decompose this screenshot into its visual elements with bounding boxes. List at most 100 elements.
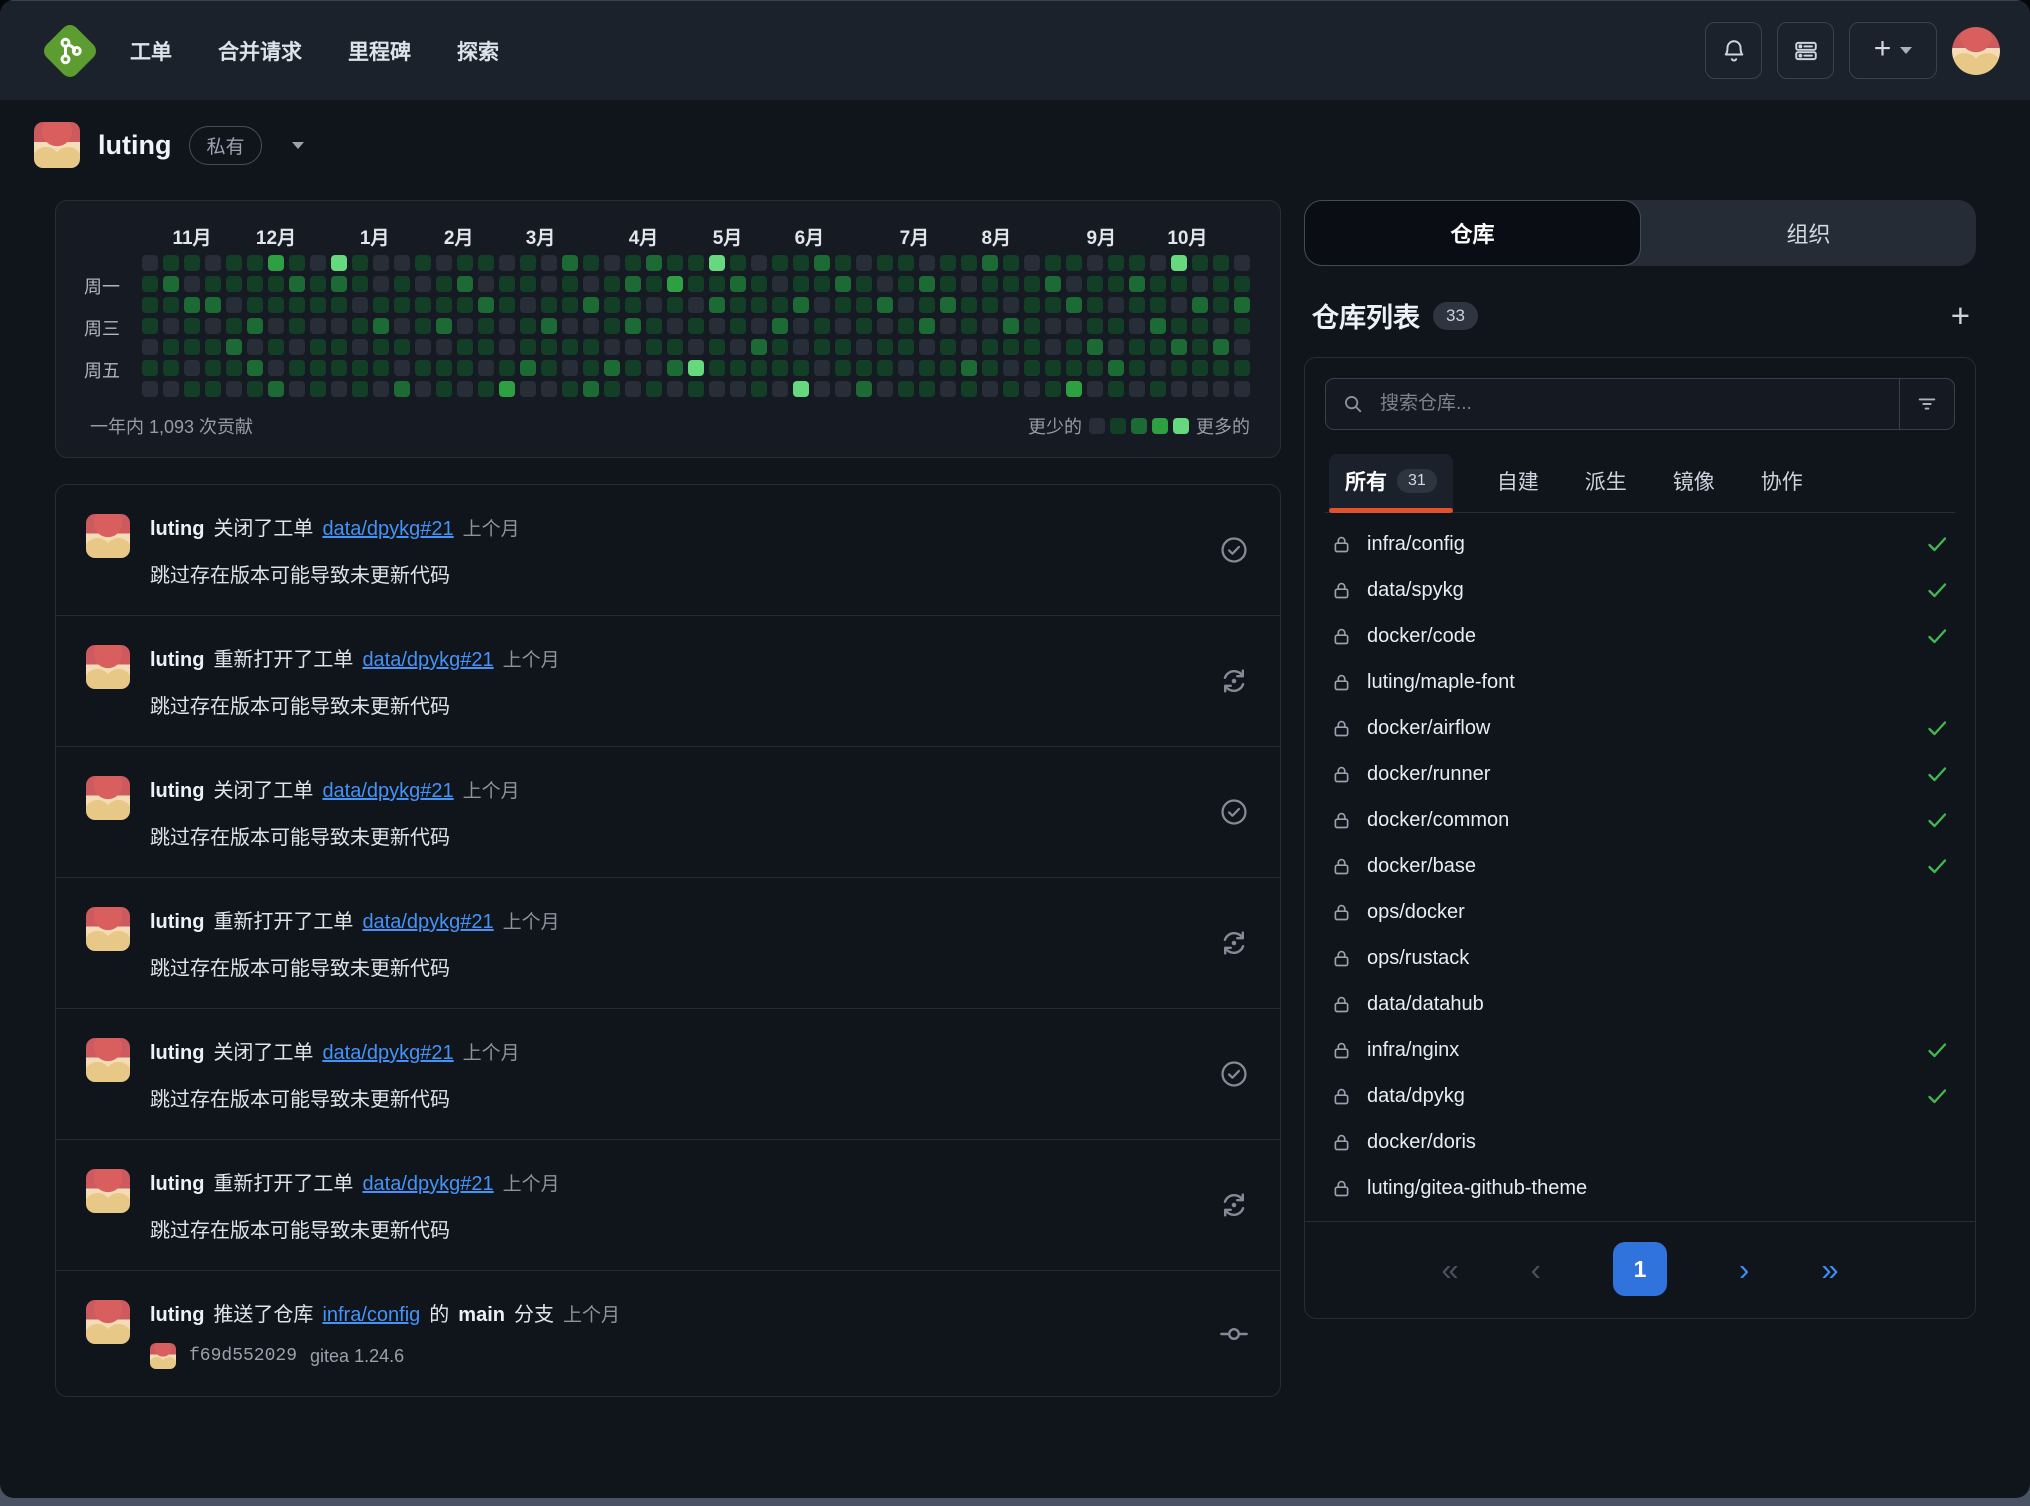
feed-target-link[interactable]: data/dpykg#21: [362, 911, 493, 934]
heatmap-cell: [1213, 339, 1229, 355]
feed-username[interactable]: luting: [150, 518, 204, 541]
repo-filter-tab-1[interactable]: 自建: [1495, 454, 1541, 512]
heatmap-cell: [184, 255, 200, 271]
feed-target-link[interactable]: data/dpykg#21: [322, 1042, 453, 1065]
repo-name-link[interactable]: docker/doris: [1367, 1131, 1476, 1154]
feed-username[interactable]: luting: [150, 780, 204, 803]
feed-target-link[interactable]: data/dpykg#21: [322, 518, 453, 541]
heatmap-cell: [709, 381, 725, 397]
feed-user-avatar[interactable]: [86, 514, 130, 558]
profile-dropdown-caret[interactable]: [292, 142, 304, 149]
heatmap-cell: [226, 276, 242, 292]
footer-language-link[interactable]: 简体中文: [1062, 1493, 1168, 1498]
repo-row[interactable]: infra/config: [1325, 521, 1955, 567]
user-avatar[interactable]: [1952, 27, 2000, 75]
app-window: 工单 合并请求 里程碑 探索: [0, 0, 2030, 1498]
repo-row[interactable]: data/datahub: [1325, 981, 1955, 1027]
repo-name-link[interactable]: data/dpykg: [1367, 1085, 1465, 1108]
heatmap-cell: [814, 318, 830, 334]
notifications-button[interactable]: [1705, 22, 1762, 79]
repo-name-link[interactable]: data/datahub: [1367, 993, 1484, 1016]
heatmap-cell: [457, 297, 473, 313]
create-new-button[interactable]: +: [1849, 22, 1937, 79]
repo-row[interactable]: ops/rustack: [1325, 935, 1955, 981]
heatmap-cell: [898, 360, 914, 376]
feed-user-avatar[interactable]: [86, 1038, 130, 1082]
heatmap-cell: [583, 255, 599, 271]
feed-username[interactable]: luting: [150, 1304, 204, 1327]
tab-organizations[interactable]: 组织: [1641, 200, 1976, 266]
repo-row[interactable]: docker/code: [1325, 613, 1955, 659]
commit-hash-link[interactable]: f69d552029: [189, 1346, 297, 1366]
repo-row[interactable]: ops/docker: [1325, 889, 1955, 935]
admin-panel-button[interactable]: [1777, 22, 1834, 79]
heatmap-cell: [1129, 297, 1145, 313]
repo-name-link[interactable]: docker/code: [1367, 625, 1476, 648]
tab-repositories[interactable]: 仓库: [1304, 200, 1641, 266]
gitea-logo-icon[interactable]: [44, 25, 96, 77]
heatmap-cell: [646, 276, 662, 292]
repo-row[interactable]: docker/doris: [1325, 1119, 1955, 1165]
feed-target-link[interactable]: data/dpykg#21: [362, 1173, 493, 1196]
pagination-current-page[interactable]: 1: [1613, 1242, 1667, 1296]
feed-username[interactable]: luting: [150, 911, 204, 934]
repo-name-link[interactable]: docker/airflow: [1367, 717, 1490, 740]
repo-filter-button[interactable]: [1899, 379, 1954, 429]
nav-item-explore[interactable]: 探索: [457, 36, 499, 66]
repo-name-link[interactable]: luting/maple-font: [1367, 671, 1515, 694]
pagination-next[interactable]: ›: [1739, 1254, 1749, 1285]
feed-user-avatar[interactable]: [86, 776, 130, 820]
nav-item-pulls[interactable]: 合并请求: [218, 36, 302, 66]
repo-name-link[interactable]: docker/runner: [1367, 763, 1490, 786]
repo-filter-tab-4[interactable]: 协作: [1759, 454, 1805, 512]
feed-timestamp: 上个月: [503, 907, 560, 934]
feed-action-text: 重新打开了工单: [213, 1167, 353, 1196]
filter-tab-label: 派生: [1585, 466, 1627, 496]
footer-api-link[interactable]: API: [1297, 1496, 1328, 1499]
footer-license-link[interactable]: 许可证: [1204, 1493, 1261, 1498]
repo-filter-tab-2[interactable]: 派生: [1583, 454, 1629, 512]
repo-row[interactable]: docker/common: [1325, 797, 1955, 843]
heatmap-cell: [436, 339, 452, 355]
feed-user-avatar[interactable]: [86, 1169, 130, 1213]
heatmap-cell: [205, 381, 221, 397]
feed-user-avatar[interactable]: [86, 907, 130, 951]
heatmap-cell: [751, 276, 767, 292]
nav-item-milestones[interactable]: 里程碑: [348, 36, 411, 66]
repo-row[interactable]: data/dpykg: [1325, 1073, 1955, 1119]
feed-user-avatar[interactable]: [86, 645, 130, 689]
repo-name-link[interactable]: ops/docker: [1367, 901, 1465, 924]
nav-item-issues[interactable]: 工单: [130, 36, 172, 66]
repo-name-link[interactable]: ops/rustack: [1367, 947, 1469, 970]
repo-filter-tab-0[interactable]: 所有31: [1329, 454, 1453, 512]
repo-search-input[interactable]: [1370, 393, 1899, 415]
feed-target-link[interactable]: data/dpykg#21: [322, 780, 453, 803]
repo-name-link[interactable]: docker/base: [1367, 855, 1476, 878]
repo-row[interactable]: data/spykg: [1325, 567, 1955, 613]
feed-target-link[interactable]: data/dpykg#21: [362, 649, 493, 672]
feed-username[interactable]: luting: [150, 1042, 204, 1065]
add-repo-button[interactable]: +: [1951, 299, 1970, 332]
repo-name-link[interactable]: luting/gitea-github-theme: [1367, 1177, 1587, 1200]
repo-row[interactable]: docker/base: [1325, 843, 1955, 889]
heatmap-cell: [709, 297, 725, 313]
feed-username[interactable]: luting: [150, 1173, 204, 1196]
profile-avatar[interactable]: [34, 122, 80, 168]
feed-username[interactable]: luting: [150, 649, 204, 672]
heatmap-cell: [604, 360, 620, 376]
repo-row[interactable]: docker/airflow: [1325, 705, 1955, 751]
pagination-last[interactable]: »: [1821, 1254, 1838, 1285]
repo-row[interactable]: infra/nginx: [1325, 1027, 1955, 1073]
repo-filter-tab-3[interactable]: 镜像: [1671, 454, 1717, 512]
repo-name-link[interactable]: infra/config: [1367, 533, 1465, 556]
repo-row[interactable]: luting/gitea-github-theme: [1325, 1165, 1955, 1211]
repo-row[interactable]: luting/maple-font: [1325, 659, 1955, 705]
lock-icon: [1331, 580, 1352, 601]
repo-name-link[interactable]: infra/nginx: [1367, 1039, 1459, 1062]
repo-name-link[interactable]: data/spykg: [1367, 579, 1464, 602]
repo-name-link[interactable]: docker/common: [1367, 809, 1509, 832]
repo-row[interactable]: docker/runner: [1325, 751, 1955, 797]
feed-target-link[interactable]: infra/config: [322, 1304, 420, 1327]
feed-headline: luting推送了仓库infra/config的main分支上个月: [150, 1298, 1200, 1327]
feed-user-avatar[interactable]: [86, 1300, 130, 1344]
